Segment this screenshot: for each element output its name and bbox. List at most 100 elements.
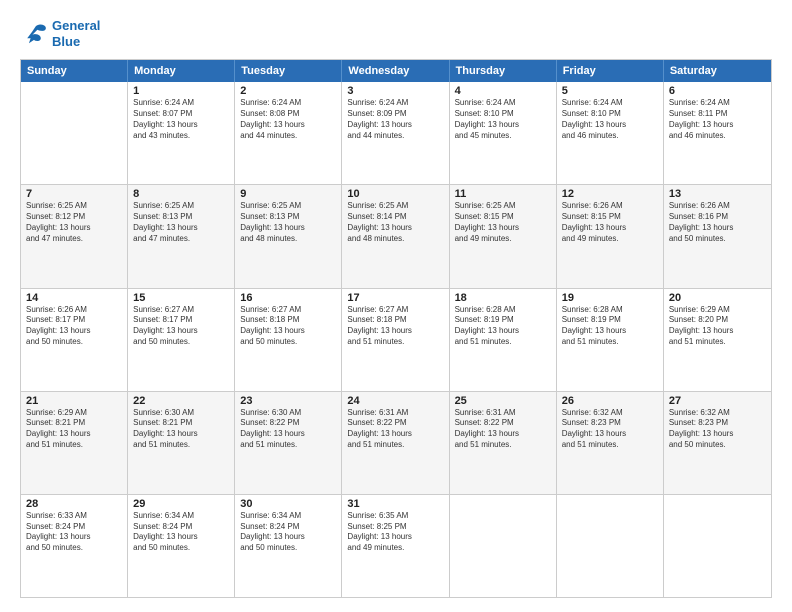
- day-number: 27: [669, 395, 766, 407]
- cell-text-line: and 51 minutes.: [347, 337, 443, 348]
- cell-text-line: Daylight: 13 hours: [455, 120, 551, 131]
- cell-text-line: Sunset: 8:23 PM: [562, 418, 658, 429]
- cell-text-line: Sunrise: 6:25 AM: [455, 201, 551, 212]
- cell-text-line: Sunset: 8:24 PM: [240, 522, 336, 533]
- cell-text-line: Sunrise: 6:34 AM: [240, 511, 336, 522]
- day-number: 16: [240, 292, 336, 304]
- cell-text-line: and 50 minutes.: [669, 440, 766, 451]
- cell-text-line: and 45 minutes.: [455, 131, 551, 142]
- cell-text-line: Sunset: 8:16 PM: [669, 212, 766, 223]
- day-number: 1: [133, 85, 229, 97]
- cell-text-line: Sunrise: 6:24 AM: [669, 98, 766, 109]
- calendar-cell: 14Sunrise: 6:26 AMSunset: 8:17 PMDayligh…: [21, 289, 128, 391]
- day-number: 14: [26, 292, 122, 304]
- calendar-cell: [21, 82, 128, 184]
- cell-text-line: and 51 minutes.: [240, 440, 336, 451]
- cell-text-line: Daylight: 13 hours: [240, 326, 336, 337]
- cell-text-line: and 50 minutes.: [133, 337, 229, 348]
- day-number: 22: [133, 395, 229, 407]
- day-number: 30: [240, 498, 336, 510]
- cell-text-line: and 49 minutes.: [455, 234, 551, 245]
- calendar-cell: 30Sunrise: 6:34 AMSunset: 8:24 PMDayligh…: [235, 495, 342, 597]
- day-number: 18: [455, 292, 551, 304]
- cell-text-line: and 44 minutes.: [347, 131, 443, 142]
- calendar-day-header: Monday: [128, 60, 235, 82]
- cell-text-line: Daylight: 13 hours: [26, 326, 122, 337]
- cell-text-line: Sunrise: 6:27 AM: [133, 305, 229, 316]
- day-number: 9: [240, 188, 336, 200]
- day-number: 19: [562, 292, 658, 304]
- cell-text-line: Sunrise: 6:29 AM: [26, 408, 122, 419]
- day-number: 6: [669, 85, 766, 97]
- cell-text-line: Daylight: 13 hours: [240, 429, 336, 440]
- day-number: 13: [669, 188, 766, 200]
- cell-text-line: Sunset: 8:15 PM: [455, 212, 551, 223]
- calendar-cell: 17Sunrise: 6:27 AMSunset: 8:18 PMDayligh…: [342, 289, 449, 391]
- calendar-cell: 29Sunrise: 6:34 AMSunset: 8:24 PMDayligh…: [128, 495, 235, 597]
- cell-text-line: Sunset: 8:25 PM: [347, 522, 443, 533]
- calendar-cell: [664, 495, 771, 597]
- calendar-cell: 9Sunrise: 6:25 AMSunset: 8:13 PMDaylight…: [235, 185, 342, 287]
- cell-text-line: and 48 minutes.: [347, 234, 443, 245]
- cell-text-line: Sunset: 8:10 PM: [455, 109, 551, 120]
- cell-text-line: Sunrise: 6:29 AM: [669, 305, 766, 316]
- calendar-cell: 24Sunrise: 6:31 AMSunset: 8:22 PMDayligh…: [342, 392, 449, 494]
- cell-text-line: and 51 minutes.: [133, 440, 229, 451]
- cell-text-line: Daylight: 13 hours: [26, 532, 122, 543]
- cell-text-line: Sunrise: 6:31 AM: [455, 408, 551, 419]
- cell-text-line: Sunset: 8:22 PM: [455, 418, 551, 429]
- calendar-cell: 18Sunrise: 6:28 AMSunset: 8:19 PMDayligh…: [450, 289, 557, 391]
- calendar-day-header: Wednesday: [342, 60, 449, 82]
- cell-text-line: Daylight: 13 hours: [133, 223, 229, 234]
- cell-text-line: Sunrise: 6:32 AM: [669, 408, 766, 419]
- cell-text-line: Daylight: 13 hours: [455, 429, 551, 440]
- logo: General Blue: [20, 18, 100, 49]
- cell-text-line: Daylight: 13 hours: [562, 429, 658, 440]
- cell-text-line: Daylight: 13 hours: [562, 326, 658, 337]
- calendar-cell: 23Sunrise: 6:30 AMSunset: 8:22 PMDayligh…: [235, 392, 342, 494]
- cell-text-line: Sunset: 8:24 PM: [133, 522, 229, 533]
- day-number: 23: [240, 395, 336, 407]
- calendar-cell: [557, 495, 664, 597]
- cell-text-line: Sunset: 8:17 PM: [133, 315, 229, 326]
- calendar-day-header: Sunday: [21, 60, 128, 82]
- cell-text-line: Sunrise: 6:32 AM: [562, 408, 658, 419]
- cell-text-line: Daylight: 13 hours: [669, 326, 766, 337]
- cell-text-line: and 51 minutes.: [455, 337, 551, 348]
- calendar-cell: 4Sunrise: 6:24 AMSunset: 8:10 PMDaylight…: [450, 82, 557, 184]
- cell-text-line: Daylight: 13 hours: [669, 120, 766, 131]
- cell-text-line: and 49 minutes.: [347, 543, 443, 554]
- cell-text-line: Daylight: 13 hours: [240, 223, 336, 234]
- cell-text-line: and 50 minutes.: [240, 337, 336, 348]
- cell-text-line: and 50 minutes.: [240, 543, 336, 554]
- cell-text-line: Daylight: 13 hours: [669, 429, 766, 440]
- cell-text-line: and 51 minutes.: [26, 440, 122, 451]
- calendar-cell: 6Sunrise: 6:24 AMSunset: 8:11 PMDaylight…: [664, 82, 771, 184]
- calendar-day-header: Thursday: [450, 60, 557, 82]
- cell-text-line: and 43 minutes.: [133, 131, 229, 142]
- day-number: 31: [347, 498, 443, 510]
- calendar-cell: 7Sunrise: 6:25 AMSunset: 8:12 PMDaylight…: [21, 185, 128, 287]
- day-number: 25: [455, 395, 551, 407]
- calendar-body: 1Sunrise: 6:24 AMSunset: 8:07 PMDaylight…: [21, 82, 771, 597]
- cell-text-line: Daylight: 13 hours: [562, 120, 658, 131]
- cell-text-line: Daylight: 13 hours: [347, 532, 443, 543]
- cell-text-line: Sunset: 8:14 PM: [347, 212, 443, 223]
- calendar-cell: 20Sunrise: 6:29 AMSunset: 8:20 PMDayligh…: [664, 289, 771, 391]
- day-number: 26: [562, 395, 658, 407]
- calendar-cell: 11Sunrise: 6:25 AMSunset: 8:15 PMDayligh…: [450, 185, 557, 287]
- cell-text-line: Sunset: 8:19 PM: [455, 315, 551, 326]
- cell-text-line: Daylight: 13 hours: [240, 532, 336, 543]
- cell-text-line: and 51 minutes.: [669, 337, 766, 348]
- day-number: 5: [562, 85, 658, 97]
- cell-text-line: Sunset: 8:10 PM: [562, 109, 658, 120]
- cell-text-line: and 50 minutes.: [26, 337, 122, 348]
- cell-text-line: Sunrise: 6:34 AM: [133, 511, 229, 522]
- day-number: 10: [347, 188, 443, 200]
- day-number: 4: [455, 85, 551, 97]
- cell-text-line: Daylight: 13 hours: [240, 120, 336, 131]
- cell-text-line: Sunrise: 6:24 AM: [455, 98, 551, 109]
- cell-text-line: Sunset: 8:24 PM: [26, 522, 122, 533]
- cell-text-line: Sunset: 8:17 PM: [26, 315, 122, 326]
- calendar-cell: 13Sunrise: 6:26 AMSunset: 8:16 PMDayligh…: [664, 185, 771, 287]
